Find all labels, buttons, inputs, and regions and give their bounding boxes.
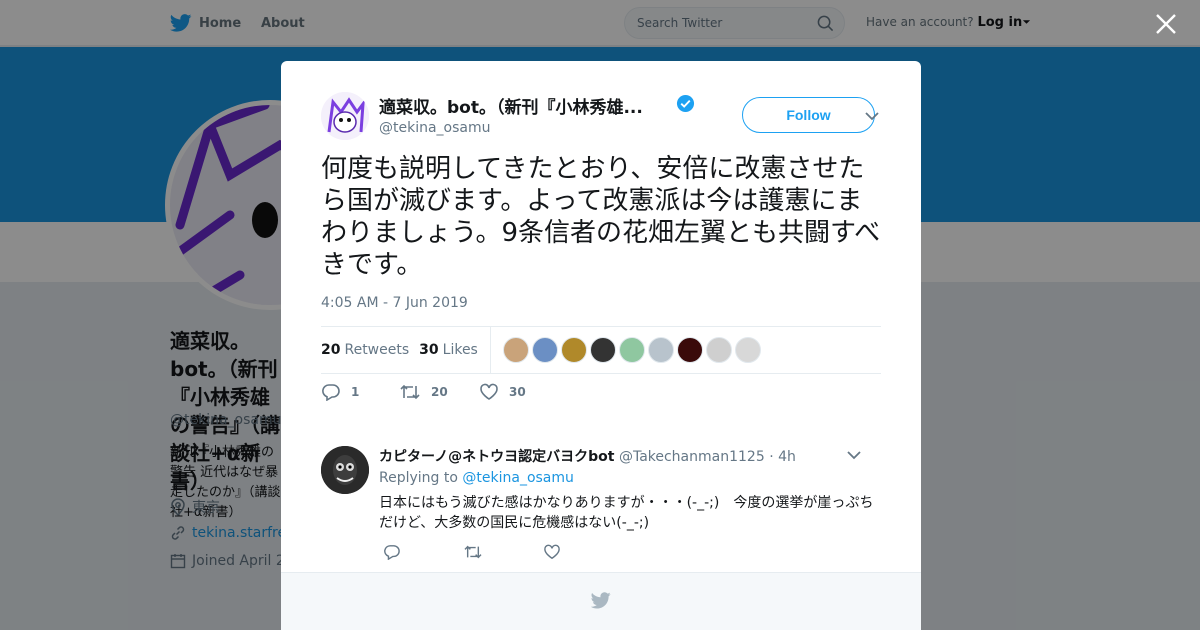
retweet-icon [464,545,482,559]
tweet-stats: 20 Retweets 30 Likes [321,326,881,374]
retweets-label: Retweets [344,342,410,358]
modal-footer [281,572,921,630]
liker-avatar[interactable] [676,337,703,363]
retweets-count: 20 [321,342,341,358]
chevron-down-icon[interactable] [865,111,879,121]
reply-action[interactable]: 1 [321,383,379,401]
tweet-actions: 1 20 30 [321,383,557,401]
reply-actions [383,544,623,564]
liker-avatar[interactable] [502,337,529,363]
heart-icon [544,544,560,560]
replying-to: Replying to @tekina_osamu [379,470,574,486]
follow-button[interactable]: Follow [742,97,875,133]
like-action[interactable]: 30 [479,383,537,401]
likes-stat[interactable]: 30 Likes [419,342,478,358]
tweet-timestamp[interactable]: 4:05 AM - 7 Jun 2019 [321,295,468,311]
retweet-count: 20 [431,385,448,399]
retweets-stat[interactable]: 20 Retweets [321,342,409,358]
reply-chevron-down-icon[interactable] [847,450,861,460]
liker-avatar[interactable] [734,337,761,363]
liker-avatar[interactable] [618,337,645,363]
tweet-modal: 適菜収。bot。（新刊『小林秀雄... @tekina_osamu Follow… [281,61,921,630]
reply-retweet-action[interactable] [463,544,543,564]
reply-text: 日本にはもう滅びた感はかなりありますが・・・(-_-;) 今度の選挙が崖っぷちだ… [379,495,874,531]
liker-avatar[interactable] [560,337,587,363]
like-count: 30 [509,385,526,399]
reply-author-handle[interactable]: @Takechanman1125 [619,449,765,465]
liker-avatar[interactable] [531,337,558,363]
likes-count: 30 [419,342,439,358]
close-icon[interactable] [1154,12,1178,36]
reply-icon [322,384,340,401]
liker-avatars [502,337,764,363]
stats-divider [489,326,491,374]
likes-label: Likes [442,342,478,358]
twitter-bird-icon [591,592,611,609]
verified-badge-icon [676,94,695,113]
retweet-action[interactable]: 20 [399,383,459,401]
reply-author-name[interactable]: カピターノ@ネトウヨ認定バヨクbot [379,449,615,465]
retweet-icon [400,384,420,400]
author-handle[interactable]: @tekina_osamu [379,120,491,136]
heart-icon [480,383,498,400]
reply-avatar[interactable] [321,446,369,494]
reply-icon [384,545,400,561]
reply-time[interactable]: · 4h [769,449,796,465]
replying-to-prefix: Replying to [379,470,458,486]
reply-header: カピターノ@ネトウヨ認定バヨクbot @Takechanman1125 · 4h [379,446,796,466]
liker-avatar[interactable] [647,337,674,363]
tweet-text: 何度も説明してきたとおり、安倍に改憲させたら国が滅びます。よって改憲派は今は護憲… [321,154,881,280]
reply-count: 1 [351,385,360,399]
liker-avatar[interactable] [589,337,616,363]
liker-avatar[interactable] [705,337,732,363]
author-name[interactable]: 適菜収。bot。（新刊『小林秀雄... [379,93,643,118]
reply-reply-action[interactable] [383,544,463,564]
replying-to-link[interactable]: @tekina_osamu [462,470,574,486]
author-avatar[interactable] [321,92,369,140]
reply-like-action[interactable] [543,544,623,564]
